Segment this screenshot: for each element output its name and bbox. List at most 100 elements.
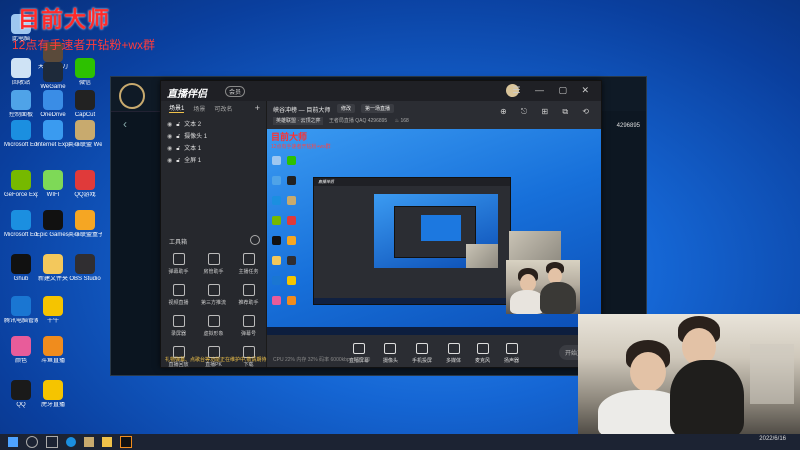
desktop-icon[interactable]: 微信 <box>68 58 102 87</box>
tool-item[interactable]: 第三方推流 <box>196 284 231 306</box>
desktop-icon[interactable]: WeGame <box>36 62 70 91</box>
tool-item[interactable]: 视频直播 <box>161 284 196 306</box>
phone-icon <box>415 343 428 354</box>
speaker-button[interactable]: 扬声器 <box>504 343 519 364</box>
desktop-icon[interactable]: Internet Explorer <box>36 120 70 149</box>
edit-room-button[interactable]: 修改 <box>337 104 356 113</box>
tab-scene-2[interactable]: 场景 <box>193 104 205 113</box>
desktop-icon[interactable]: Epic Games Launcher <box>36 210 70 239</box>
task-view-icon[interactable] <box>46 436 58 448</box>
desktop-icon-label: CapCut <box>74 112 96 118</box>
desktop-icon[interactable]: 新建文件夹 <box>36 254 70 283</box>
eye-icon[interactable]: ◉ <box>167 143 172 155</box>
source-item[interactable]: ◉ 🔓︎ 文本 2 <box>161 119 266 131</box>
lock-icon[interactable]: 🔓︎ <box>176 155 180 167</box>
scene-panel: 场景1 场景 可改名 + ◉ 🔓︎ 文本 2 ◉ 🔓︎ 摄像头 1 ◉ 🔓︎ 文本 1 ◉ 🔓… <box>161 101 267 368</box>
folder-icon[interactable] <box>102 437 112 447</box>
source-item[interactable]: ◉ 🔓︎ 全屏 1 <box>161 155 266 167</box>
source-item[interactable]: ◉ 🔓︎ 摄像头 1 <box>161 131 266 143</box>
tab-scene-1[interactable]: 场景1 <box>169 103 185 113</box>
tool-icon <box>207 315 220 327</box>
ghub-icon[interactable] <box>120 436 132 448</box>
window-controls[interactable]: ☰ — ▢ ✕ <box>512 85 595 96</box>
tool-item[interactable]: 推荐助手 <box>231 284 266 306</box>
app-icon <box>11 210 31 230</box>
tool-label: 主播任务 <box>238 269 259 275</box>
app-icon <box>75 120 95 140</box>
tool-item[interactable]: 录屏器 <box>161 315 196 337</box>
desktop-icon[interactable]: Microsoft Edge <box>4 210 38 239</box>
microphone-button[interactable]: 麦克风 <box>475 343 490 364</box>
eye-icon[interactable]: ◉ <box>167 119 172 131</box>
desktop-icon[interactable]: 斗鱼直播 <box>36 336 70 365</box>
desktop-icon[interactable]: 虎牙直播 <box>36 380 70 409</box>
nested-preview <box>374 194 498 268</box>
tool-icon <box>242 253 255 265</box>
desktop-icon-label: 新建文件夹 <box>37 276 68 282</box>
source-label: 文本 1 <box>184 146 202 152</box>
app-icon <box>43 210 63 230</box>
app-icon <box>11 254 31 274</box>
camera-button[interactable]: 摄像头 <box>383 343 398 364</box>
desktop-icon[interactable]: Ghub <box>4 254 38 283</box>
edge-icon[interactable] <box>66 437 76 447</box>
desktop-icon[interactable]: 控制面板 <box>4 90 38 119</box>
search-icon[interactable] <box>26 436 38 448</box>
phone-cast-button[interactable]: 手机投屏 <box>412 343 432 364</box>
tool-item[interactable]: 弹幕号 <box>231 315 266 337</box>
lock-icon[interactable]: 🔓︎ <box>176 143 180 155</box>
source-label: 全屏 1 <box>184 158 202 164</box>
microphone-icon <box>476 343 489 354</box>
league-taskbar-icon[interactable] <box>84 437 94 447</box>
desktop-icon[interactable]: QQ游戏 <box>68 170 102 199</box>
tool-item[interactable]: 弹幕助手 <box>161 253 196 275</box>
source-item[interactable]: ◉ 🔓︎ 文本 1 <box>161 143 266 155</box>
streaming-app-window[interactable]: 直播伴侣 会员 ☰ — ▢ ✕ 场景1 场景 可改名 + ◉ 🔓︎ 文本 2 ◉ 🔓︎… <box>160 80 602 368</box>
room-meta-text: 王者局直播 QAQ 4296895 <box>328 118 388 124</box>
nested-cam-thumb <box>466 244 498 268</box>
add-scene-icon[interactable]: + <box>255 103 260 113</box>
room-category[interactable]: 英雄联盟 · 云顶之弈 <box>273 117 324 125</box>
tab-scene-3[interactable]: 可改名 <box>214 104 232 113</box>
desktop-icon[interactable]: OBS Studio <box>68 254 102 283</box>
desktop-icon[interactable]: 腾讯电脑管家 <box>4 296 38 325</box>
desktop-icon[interactable]: CapCut <box>68 90 102 119</box>
desktop-icon[interactable]: QQ <box>4 380 38 409</box>
desktop-icon-label: Microsoft Edge <box>4 142 38 148</box>
camera-icon <box>384 343 397 354</box>
preview-overlay-title: 目前大师 <box>271 132 308 142</box>
nested-taskbar <box>314 298 510 304</box>
vip-badge[interactable]: 会员 <box>225 86 246 97</box>
lock-icon[interactable]: 🔓︎ <box>176 131 180 143</box>
desktop-icon[interactable]: 颜色 <box>4 336 38 365</box>
app-icon <box>43 120 63 140</box>
tool-item[interactable]: 主播任务 <box>231 253 266 275</box>
eye-icon[interactable]: ◉ <box>167 155 172 167</box>
desktop-icon[interactable]: 英雄联盟 WeGame版 <box>68 120 102 149</box>
tool-item[interactable]: 房管助手 <box>196 253 231 275</box>
start-icon[interactable] <box>8 437 18 447</box>
toolbox-settings-icon[interactable] <box>250 235 260 245</box>
live-title-button[interactable]: 第一场直播 <box>361 104 395 113</box>
desktop-icon[interactable]: WIFI <box>36 170 70 199</box>
stream-overlay-title: 目前大师 <box>18 7 111 32</box>
app-icon <box>11 380 31 400</box>
tool-item[interactable]: 虚拟形象 <box>196 315 231 337</box>
room-info-bar: 峡谷冲榜 — 目前大师 修改 第一场直播 英雄联盟 · 云顶之弈 王者局直播 Q… <box>267 101 601 129</box>
media-button[interactable]: 多媒体 <box>446 343 461 364</box>
desktop-icon-label: 颜色 <box>14 358 27 364</box>
speaker-icon <box>505 343 518 354</box>
lock-icon[interactable]: 🔓︎ <box>176 119 180 131</box>
desktop-icon[interactable]: 回收站 <box>4 58 38 87</box>
top-toolbar[interactable]: ⊕ ⎋ ⊞ ⧉ ⟲ <box>500 107 595 117</box>
tool-icon <box>172 315 185 327</box>
back-arrow-icon[interactable]: ‹ <box>123 117 127 131</box>
desktop-icon-label: 英雄联盟盒子 <box>68 232 102 238</box>
desktop-icon[interactable]: 千牛 <box>36 296 70 325</box>
desktop-icon[interactable]: 英雄联盟盒子 <box>68 210 102 239</box>
desktop-icon-label: 千牛 <box>46 318 59 324</box>
desktop-icon[interactable]: Microsoft Edge <box>4 120 38 149</box>
desktop-icon[interactable]: GeForce Experience <box>4 170 38 199</box>
desktop-icon[interactable]: OneDrive <box>36 90 70 119</box>
eye-icon[interactable]: ◉ <box>167 131 172 143</box>
